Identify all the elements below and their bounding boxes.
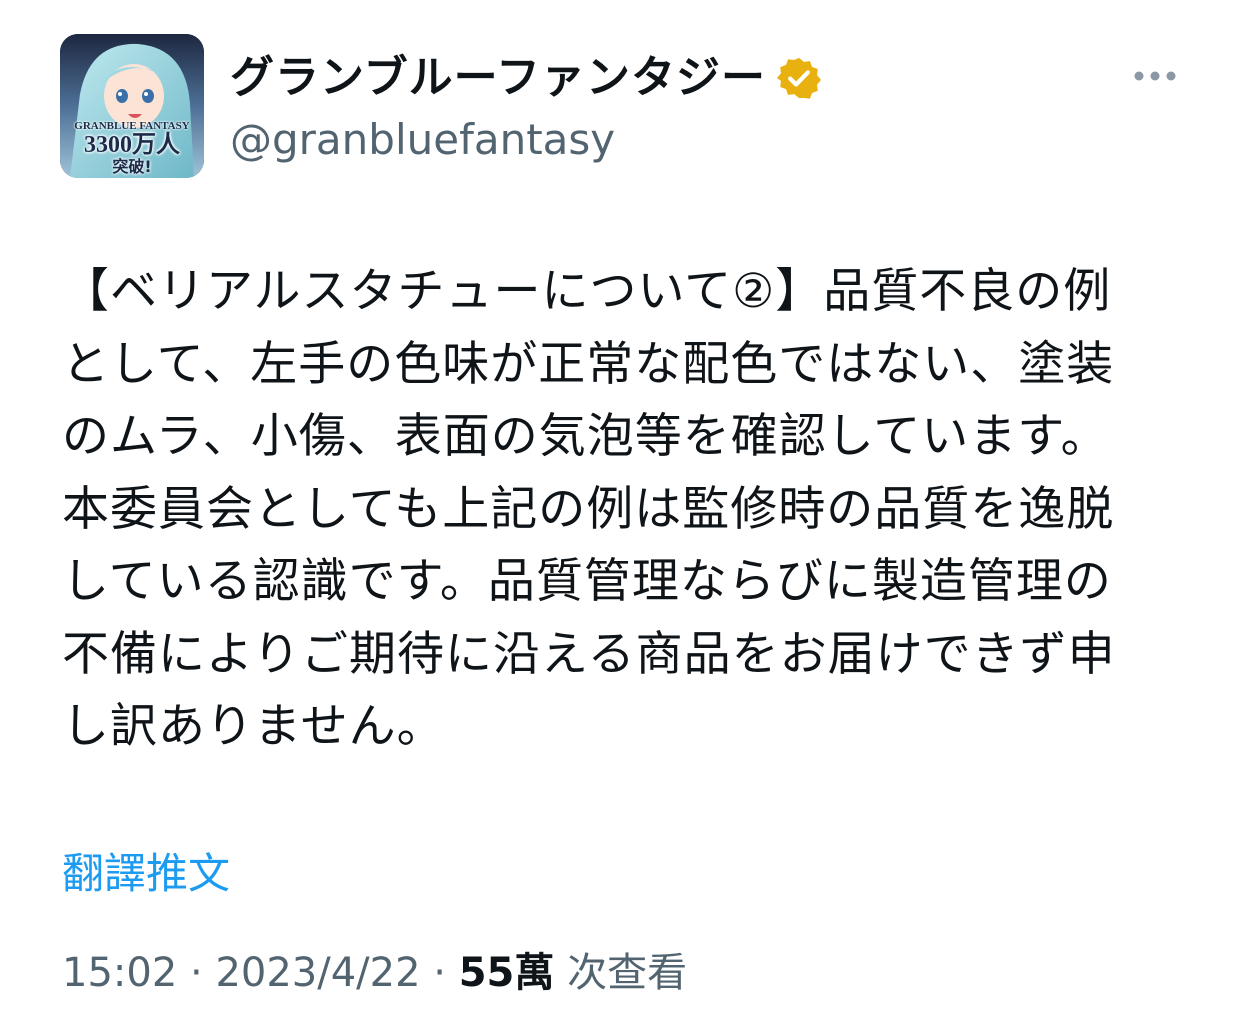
tweet-date[interactable]: 2023/4/22 xyxy=(215,950,420,996)
more-horizontal-icon[interactable] xyxy=(1130,60,1180,90)
view-count[interactable]: 55萬 xyxy=(459,950,555,996)
avatar-logo-title: GRANBLUE FANTASY xyxy=(74,120,190,132)
view-count-label: 次查看 xyxy=(554,950,688,996)
avatar[interactable]: GRANBLUE FANTASY 3300万人 突破! xyxy=(60,34,204,178)
meta-separator: · xyxy=(420,950,459,996)
tweet-metadata: 15:02 · 2023/4/22 · 55萬 次查看 xyxy=(62,946,687,1000)
user-handle[interactable]: @granbluefantasy xyxy=(230,112,615,168)
avatar-logo-count: 3300万人 xyxy=(84,132,180,158)
avatar-logo-sub: 突破! xyxy=(112,157,152,176)
tweet-time[interactable]: 15:02 xyxy=(62,950,177,996)
tweet-header: GRANBLUE FANTASY 3300万人 突破! グランブルーファンタジー… xyxy=(0,0,1240,200)
meta-separator: · xyxy=(177,950,216,996)
avatar-logo: GRANBLUE FANTASY 3300万人 突破! xyxy=(60,120,204,176)
display-name-row[interactable]: グランブルーファンタジー xyxy=(230,50,822,106)
display-name[interactable]: グランブルーファンタジー xyxy=(230,50,766,106)
translate-tweet-link[interactable]: 翻譯推文 xyxy=(62,846,230,902)
tweet-text: 【ベリアルスタチューについて②】品質不良の例として、左手の色味が正常な配色ではな… xyxy=(62,264,1116,754)
verified-badge-icon[interactable] xyxy=(776,55,822,101)
